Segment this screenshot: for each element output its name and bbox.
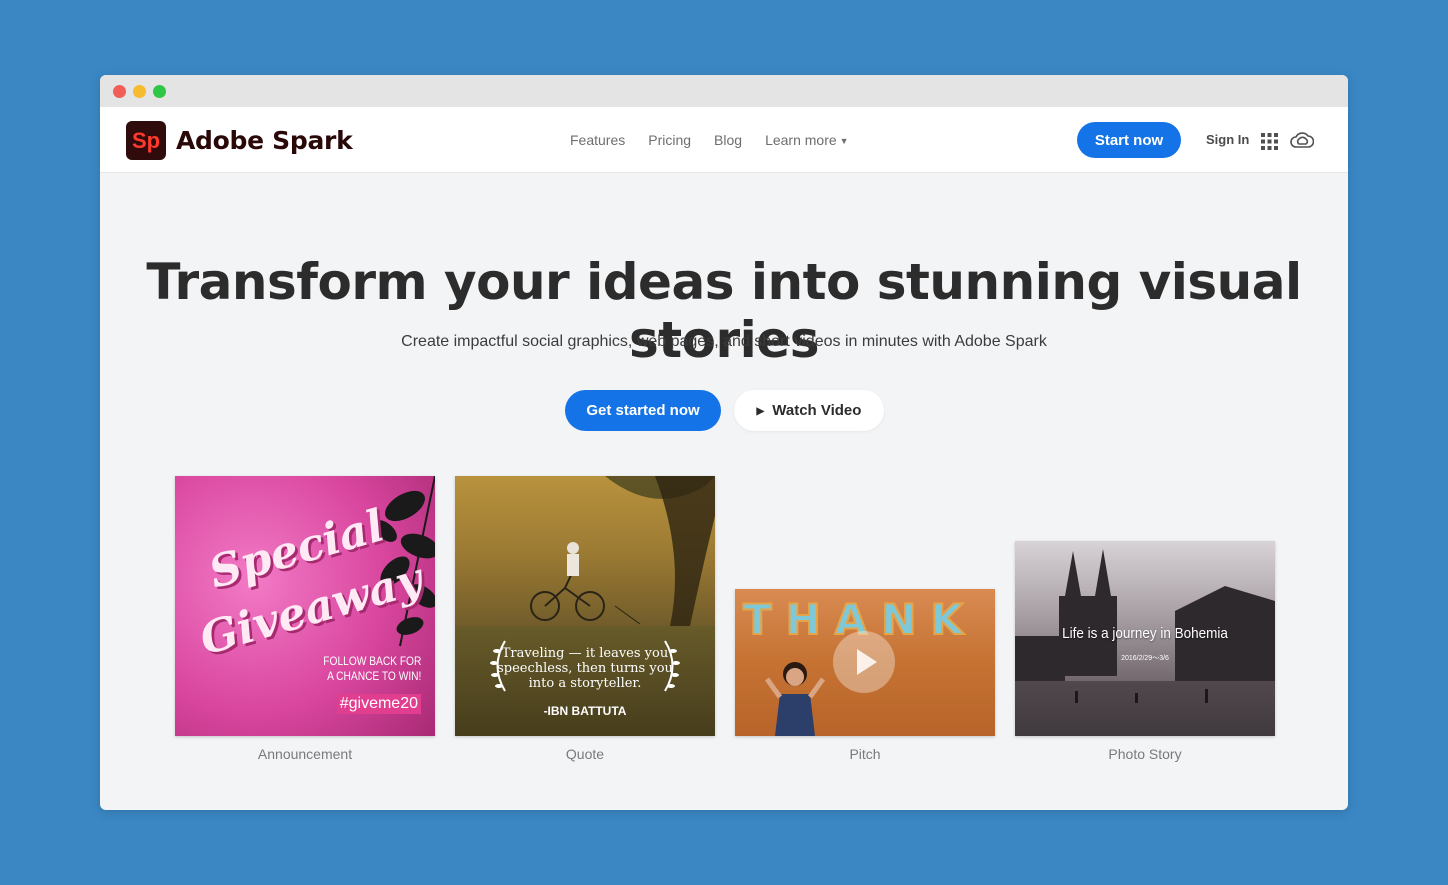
- quote-author: -IBN BATTUTA: [543, 704, 627, 718]
- hero-title: Transform your ideas into stunning visua…: [146, 253, 1302, 369]
- watch-video-button[interactable]: ▶ Watch Video: [734, 390, 884, 431]
- nav-link-learn-more[interactable]: Learn more ▼: [765, 132, 849, 148]
- start-now-button[interactable]: Start now: [1077, 122, 1181, 158]
- template-card-photo-story[interactable]: Life is a journey in Bohemia 2016/2/29〜3…: [1015, 541, 1275, 762]
- browser-window: Sp Adobe Spark Features Pricing Blog Lea…: [100, 75, 1348, 810]
- template-card-quote[interactable]: Traveling — it leaves you speechless, th…: [455, 476, 715, 762]
- photo-story-title: Life is a journey in Bohemia: [1062, 625, 1228, 642]
- learn-more-label: Learn more: [765, 132, 837, 148]
- announcement-follow-line-2: A CHANCE TO WIN!: [326, 669, 421, 683]
- nav-link-blog[interactable]: Blog: [714, 132, 742, 148]
- minimize-window-button[interactable]: [133, 85, 146, 98]
- play-icon: ▶: [756, 406, 765, 417]
- maximize-window-button[interactable]: [153, 85, 166, 98]
- cyclist-scene-graphic: [455, 476, 715, 736]
- announcement-preview-image: Special Giveaway FOLLOW BACK FOR A CHANC…: [175, 476, 435, 736]
- template-card-pitch[interactable]: THANK Pitch: [735, 589, 995, 762]
- play-video-icon[interactable]: [833, 631, 895, 693]
- photo-story-date: 2016/2/29〜3/6: [1121, 655, 1169, 662]
- child-graphic: [765, 662, 825, 736]
- quote-text: Traveling — it leaves you speechless, th…: [497, 646, 673, 691]
- announcement-follow-text: FOLLOW BACK FOR A CHANCE TO WIN!: [323, 654, 421, 684]
- card-label: Announcement: [257, 746, 353, 762]
- photo-story-preview-image: Life is a journey in Bohemia 2016/2/29〜3…: [1015, 541, 1275, 736]
- get-started-button[interactable]: Get started now: [565, 390, 721, 431]
- creative-cloud-icon[interactable]: [1290, 131, 1314, 151]
- spark-logo-icon: Sp: [126, 121, 166, 160]
- announcement-hashtag: #giveme20: [336, 694, 421, 714]
- announcement-follow-line-1: FOLLOW BACK FOR: [322, 654, 421, 668]
- close-window-button[interactable]: [113, 85, 126, 98]
- nav-link-pricing[interactable]: Pricing: [648, 132, 691, 148]
- quote-preview-image: Traveling — it leaves you speechless, th…: [455, 476, 715, 736]
- nav-link-features[interactable]: Features: [570, 132, 625, 148]
- brand-logo[interactable]: Sp Adobe Spark: [126, 121, 353, 160]
- pitch-preview-image: THANK: [735, 589, 995, 736]
- top-navbar: Sp Adobe Spark Features Pricing Blog Lea…: [100, 107, 1348, 173]
- template-card-announcement[interactable]: Special Giveaway FOLLOW BACK FOR A CHANC…: [175, 476, 435, 762]
- card-label: Quote: [565, 746, 605, 762]
- watch-video-label: Watch Video: [772, 402, 862, 419]
- hero-subtitle: Create impactful social graphics, web pa…: [401, 333, 1047, 350]
- sign-in-link[interactable]: Sign In: [1206, 132, 1249, 147]
- nav-links: Features Pricing Blog Learn more ▼: [570, 107, 872, 173]
- card-label: Photo Story: [1108, 746, 1182, 762]
- brand-name: Adobe Spark: [176, 126, 353, 155]
- card-label: Pitch: [849, 746, 881, 762]
- caret-down-icon: ▼: [839, 136, 849, 146]
- title-bar: [100, 75, 1348, 107]
- apps-grid-icon[interactable]: [1261, 133, 1278, 150]
